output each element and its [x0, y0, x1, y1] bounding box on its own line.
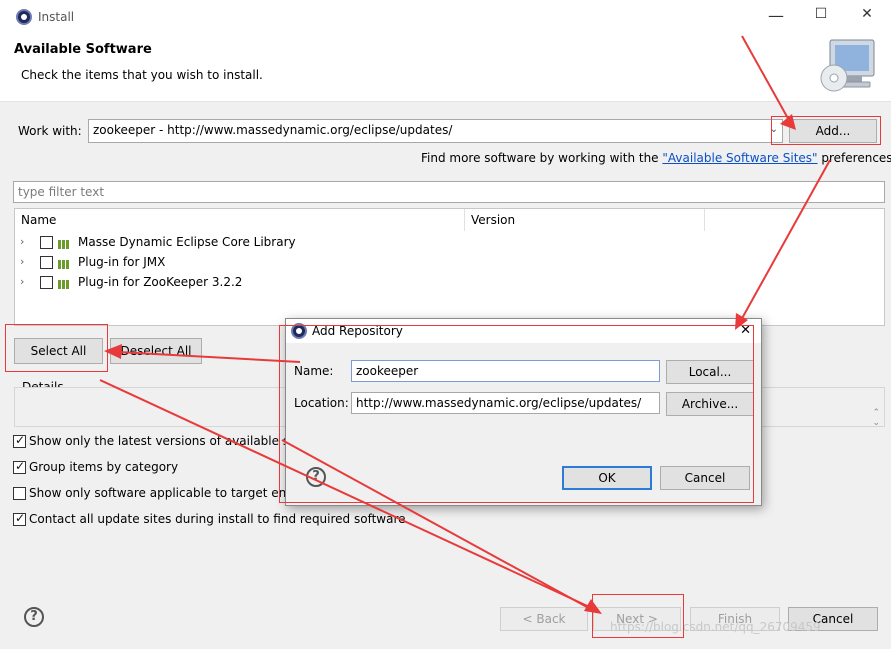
option-label: Group items by category: [29, 460, 179, 474]
column-header-version[interactable]: Version: [465, 209, 705, 231]
ok-button[interactable]: OK: [562, 466, 652, 490]
select-all-button[interactable]: Select All: [14, 338, 103, 364]
watermark-text: https://blog.csdn.net/qq_26709459: [610, 620, 821, 634]
work-with-combo[interactable]: zookeeper - http://www.massedynamic.org/…: [88, 119, 783, 143]
name-field[interactable]: zookeeper: [351, 360, 660, 382]
checkbox[interactable]: [13, 487, 26, 500]
chevron-down-icon[interactable]: ⌄: [770, 124, 778, 135]
expand-chevron-icon[interactable]: ›: [20, 275, 24, 288]
name-value: zookeeper: [356, 364, 419, 378]
find-more-prefix: Find more software by working with the: [421, 151, 663, 165]
row-checkbox[interactable]: [40, 276, 53, 289]
dialog-title: Add Repository: [312, 324, 403, 338]
page-subtitle: Check the items that you wish to install…: [21, 68, 263, 82]
dialog-cancel-button[interactable]: Cancel: [660, 466, 750, 490]
work-with-label: Work with:: [18, 124, 82, 138]
work-with-value: zookeeper - http://www.massedynamic.org/…: [93, 123, 453, 137]
expand-chevron-icon[interactable]: ›: [20, 255, 24, 268]
install-computer-icon: [820, 39, 875, 92]
dialog-help-icon[interactable]: ?: [306, 467, 326, 487]
location-value: http://www.massedynamic.org/eclipse/upda…: [356, 396, 642, 410]
add-repository-dialog: Add Repository ✕ Name: zookeeper Local..…: [285, 318, 762, 506]
find-more-suffix: preferences.: [817, 151, 891, 165]
feature-icon: [58, 258, 72, 269]
local-button[interactable]: Local...: [666, 360, 754, 384]
deselect-all-button[interactable]: Deselect All: [110, 338, 202, 364]
option-label: Contact all update sites during install …: [29, 512, 406, 526]
find-more-text: Find more software by working with the "…: [421, 151, 891, 165]
minimize-icon[interactable]: —: [766, 6, 786, 25]
row-checkbox[interactable]: [40, 236, 53, 249]
page-title: Available Software: [14, 42, 152, 57]
scroll-arrows-icon[interactable]: ⌃ ⌄: [872, 408, 880, 428]
add-button[interactable]: Add...: [789, 119, 877, 143]
dialog-close-icon[interactable]: ✕: [740, 323, 751, 338]
maximize-icon[interactable]: ☐: [811, 6, 831, 22]
feature-icon: [58, 278, 72, 289]
back-button[interactable]: < Back: [500, 607, 588, 631]
available-software-sites-link[interactable]: "Available Software Sites": [662, 151, 817, 165]
archive-button[interactable]: Archive...: [666, 392, 754, 416]
row-name: Masse Dynamic Eclipse Core Library: [78, 235, 296, 249]
eclipse-icon: [16, 9, 32, 25]
location-label: Location:: [294, 396, 349, 410]
eclipse-icon: [291, 323, 307, 339]
dialog-title-bar: Add Repository ✕: [286, 319, 761, 343]
checkbox[interactable]: [13, 459, 26, 474]
checkbox[interactable]: [13, 433, 26, 448]
window-title: Install: [38, 10, 75, 24]
close-icon[interactable]: ✕: [857, 6, 877, 22]
location-field[interactable]: http://www.massedynamic.org/eclipse/upda…: [351, 392, 660, 414]
column-header-name[interactable]: Name: [15, 209, 465, 231]
filter-placeholder: type filter text: [18, 185, 105, 199]
expand-chevron-icon[interactable]: ›: [20, 235, 24, 248]
wizard-header: Available Software Check the items that …: [0, 34, 891, 102]
row-name: Plug-in for ZooKeeper 3.2.2: [78, 275, 243, 289]
help-icon[interactable]: ?: [24, 607, 44, 627]
row-checkbox[interactable]: [40, 256, 53, 269]
feature-icon: [58, 238, 72, 249]
row-name: Plug-in for JMX: [78, 255, 166, 269]
name-label: Name:: [294, 364, 334, 378]
checkbox[interactable]: [13, 511, 26, 526]
title-bar: Install — ☐ ✕: [0, 0, 891, 34]
filter-input[interactable]: type filter text: [13, 181, 885, 203]
